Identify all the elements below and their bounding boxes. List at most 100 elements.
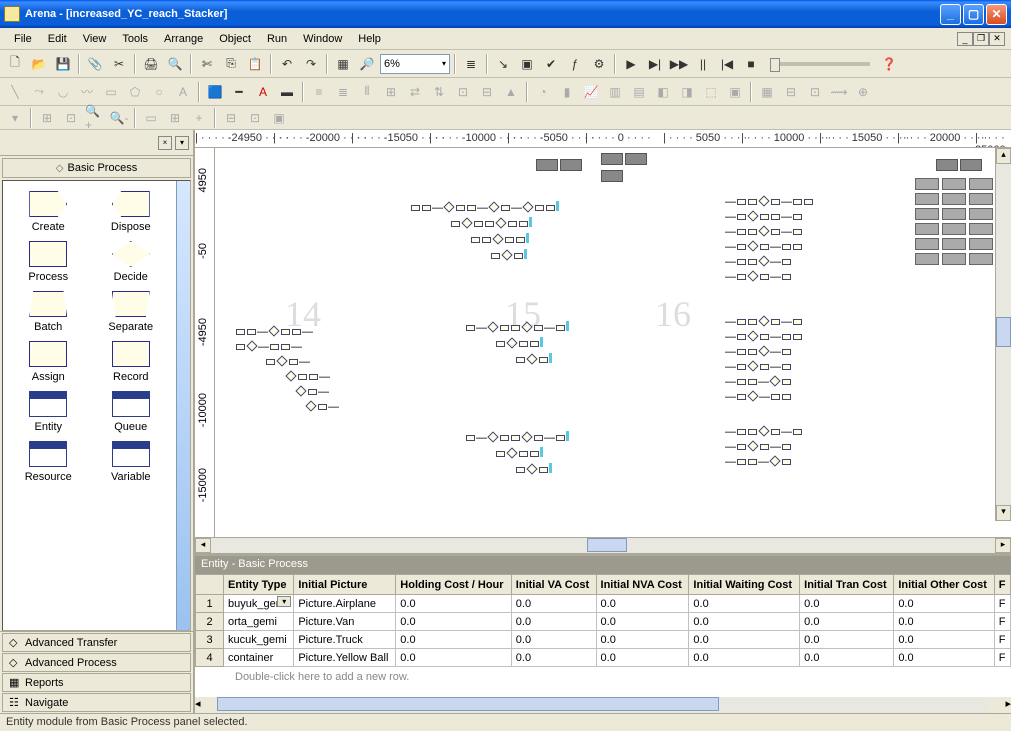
bezier-tool[interactable]: 〰 <box>76 81 98 103</box>
snap2[interactable]: ⊡ <box>60 107 82 129</box>
step-button[interactable]: ▶| <box>644 53 666 75</box>
go-button[interactable]: ▶ <box>620 53 642 75</box>
pause-button[interactable]: || <box>692 53 714 75</box>
col-header[interactable]: Initial VA Cost <box>511 575 596 595</box>
chart-hist[interactable]: ▥ <box>604 81 626 103</box>
align2[interactable]: ≣ <box>332 81 354 103</box>
attach-button[interactable]: 📎 <box>84 53 106 75</box>
align1[interactable]: ≡ <box>308 81 330 103</box>
zoom-button[interactable]: 🔎 <box>356 53 378 75</box>
panel-tab-reports[interactable]: ▦Reports <box>2 673 191 692</box>
v5[interactable]: ⊡ <box>244 107 266 129</box>
detach-button[interactable]: ✂ <box>108 53 130 75</box>
mdi-minimize[interactable]: _ <box>957 32 973 46</box>
table-row[interactable]: 3kucuk_gemiPicture.Truck0.00.00.00.00.00… <box>196 631 1011 649</box>
undo-button[interactable]: ↶ <box>276 53 298 75</box>
model-canvas[interactable]: 14 15 16 ——— —— <box>215 148 1011 537</box>
open-button[interactable]: 📂 <box>28 53 50 75</box>
menu-run[interactable]: Run <box>259 30 295 48</box>
chart-bar[interactable]: ▮ <box>556 81 578 103</box>
submodel-button[interactable]: ▣ <box>516 53 538 75</box>
canvas-v-scrollbar[interactable]: ▴▾ <box>995 148 1011 521</box>
col-header[interactable]: Initial Other Cost <box>894 575 994 595</box>
queue-pic[interactable]: ⊟ <box>780 81 802 103</box>
station[interactable]: ⊡ <box>804 81 826 103</box>
menu-help[interactable]: Help <box>350 30 389 48</box>
col-header[interactable]: Initial NVA Cost <box>596 575 689 595</box>
line-color[interactable]: ━ <box>228 81 250 103</box>
fastforward-button[interactable]: ▶▶ <box>668 53 690 75</box>
col-header[interactable]: Entity Type <box>224 575 294 595</box>
polygon-tool[interactable]: ⬠ <box>124 81 146 103</box>
anim1[interactable]: ◧ <box>652 81 674 103</box>
module-resource[interactable]: Resource <box>25 441 72 483</box>
zoomout[interactable]: 🔍- <box>108 107 130 129</box>
v3[interactable]: + <box>188 107 210 129</box>
speed-slider[interactable] <box>770 62 870 66</box>
side-tab-x[interactable]: ▾ <box>175 136 189 150</box>
fill-color[interactable]: 🟦 <box>204 81 226 103</box>
panel-scrollbar[interactable] <box>176 181 190 630</box>
layers-button[interactable]: ≣ <box>460 53 482 75</box>
polyline-tool[interactable]: ⤳ <box>28 81 50 103</box>
col-header[interactable]: Initial Tran Cost <box>800 575 894 595</box>
module-separate[interactable]: Separate <box>108 291 153 333</box>
grid-button[interactable]: ▦ <box>332 53 354 75</box>
new-button[interactable]: 🗋 <box>4 53 26 75</box>
menu-tools[interactable]: Tools <box>114 30 156 48</box>
menu-window[interactable]: Window <box>295 30 350 48</box>
module-decide[interactable]: Decide <box>112 241 150 283</box>
stop-button[interactable]: ■ <box>740 53 762 75</box>
col-header[interactable]: Holding Cost / Hour <box>396 575 512 595</box>
v6[interactable]: ▣ <box>268 107 290 129</box>
col-header[interactable]: Initial Waiting Cost <box>689 575 800 595</box>
anim3[interactable]: ⬚ <box>700 81 722 103</box>
side-tab-pin[interactable]: × <box>158 136 172 150</box>
flowchart[interactable]: —— <box>465 318 569 369</box>
canvas-h-scrollbar[interactable]: ◂▸ <box>195 537 1011 553</box>
preview-button[interactable]: 🔍 <box>164 53 186 75</box>
module-assign[interactable]: Assign <box>29 341 67 383</box>
menu-view[interactable]: View <box>75 30 115 48</box>
redo-button[interactable]: ↷ <box>300 53 322 75</box>
anim4[interactable]: ▣ <box>724 81 746 103</box>
module-batch[interactable]: Batch <box>29 291 67 333</box>
start-over-button[interactable]: |◀ <box>716 53 738 75</box>
bg-color[interactable]: ▬ <box>276 81 298 103</box>
expression-button[interactable]: ƒ <box>564 53 586 75</box>
module-entity[interactable]: Entity <box>29 391 67 433</box>
entity-table[interactable]: Entity TypeInitial PictureHolding Cost /… <box>195 574 1011 667</box>
module-queue[interactable]: Queue <box>112 391 150 433</box>
pointer[interactable]: ▾ <box>4 107 26 129</box>
panel-header[interactable]: Basic Process <box>2 158 191 178</box>
mdi-restore[interactable]: ❐ <box>973 32 989 46</box>
menu-arrange[interactable]: Arrange <box>156 30 211 48</box>
close-button[interactable]: ✕ <box>986 4 1007 25</box>
box-tool[interactable]: ▭ <box>100 81 122 103</box>
resource-pic[interactable]: ▦ <box>756 81 778 103</box>
mdi-close[interactable]: ✕ <box>989 32 1005 46</box>
grid-h-scrollbar[interactable]: ◂▸ <box>195 697 1011 713</box>
text-tool[interactable]: A <box>172 81 194 103</box>
group[interactable]: ⊡ <box>452 81 474 103</box>
v4[interactable]: ⊟ <box>220 107 242 129</box>
anim2[interactable]: ◨ <box>676 81 698 103</box>
chart-level[interactable]: ▤ <box>628 81 650 103</box>
table-row[interactable]: 1buyuk_gemiPicture.Airplane0.00.00.00.00… <box>196 595 1011 613</box>
line-tool[interactable]: ╲ <box>4 81 26 103</box>
table-row[interactable]: 4containerPicture.Yellow Ball0.00.00.00.… <box>196 649 1011 667</box>
flowchart[interactable]: —— —— —— —— —— —— <box>725 193 814 286</box>
menu-file[interactable]: File <box>6 30 40 48</box>
zoom-combo[interactable]: 6% <box>380 54 450 74</box>
save-button[interactable]: 💾 <box>52 53 74 75</box>
flip-v[interactable]: ⇅ <box>428 81 450 103</box>
v2[interactable]: ⊞ <box>164 107 186 129</box>
panel-tab-navigate[interactable]: ☷Navigate <box>2 693 191 712</box>
arc-tool[interactable]: ◡ <box>52 81 74 103</box>
maximize-button[interactable]: ▢ <box>963 4 984 25</box>
panel-tab-advanced-process[interactable]: ◇Advanced Process <box>2 653 191 672</box>
menu-edit[interactable]: Edit <box>40 30 75 48</box>
panel-tab-advanced-transfer[interactable]: ◇Advanced Transfer <box>2 633 191 652</box>
add-row-hint[interactable]: Double-click here to add a new row. <box>195 667 1011 687</box>
check-button[interactable]: ✔ <box>540 53 562 75</box>
